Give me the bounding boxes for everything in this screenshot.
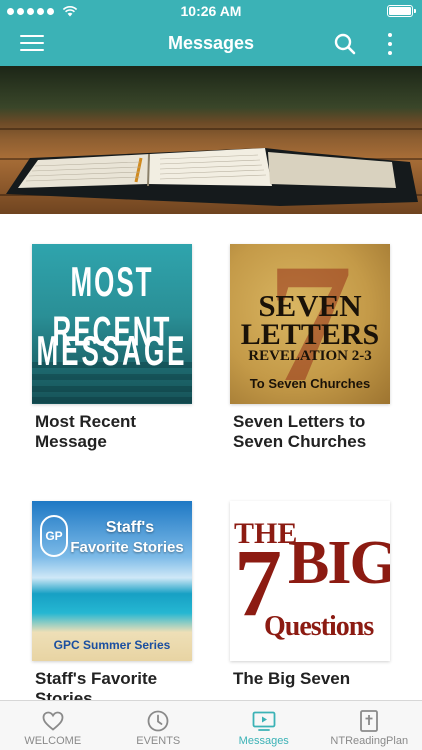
play-screen-icon <box>252 711 276 731</box>
status-time: 10:26 AM <box>180 3 242 19</box>
tab-ntreadingplan[interactable]: NTReadingPlan <box>317 701 422 750</box>
card-title: Most Recent Message <box>35 412 137 451</box>
card-title: The Big Seven <box>233 669 351 688</box>
thumb-line-4: Questions <box>264 611 374 642</box>
big-seven-thumbnail: THE 7 BIG Questions <box>230 501 390 661</box>
tab-label: Messages <box>238 735 289 747</box>
tab-events[interactable]: EVENTS <box>106 701 212 750</box>
seven-letters-thumbnail: 7 SEVEN LETTERS REVELATION 2-3 To Seven … <box>230 244 390 404</box>
thumb-line-3: GPC Summer Series <box>53 638 171 652</box>
card-title: Seven Letters to Seven Churches <box>233 412 367 451</box>
more-vertical-icon[interactable] <box>382 31 398 57</box>
tab-label: NTReadingPlan <box>330 735 409 747</box>
search-icon[interactable] <box>333 32 357 56</box>
thumb-line-4: To Seven Churches <box>249 376 371 391</box>
hero-banner-image <box>0 66 422 214</box>
tab-messages[interactable]: Messages <box>211 701 317 750</box>
thumb-line-1: Staff's <box>105 519 155 536</box>
status-bar: 10:26 AM <box>0 0 422 22</box>
tab-label: WELCOME <box>24 735 82 747</box>
battery-icon <box>387 5 416 17</box>
most-recent-thumbnail: MOST RECENT MESSAGE <box>32 244 192 404</box>
staff-favorite-thumbnail: GP Staff's Favorite Stories GPC Summer S… <box>32 501 192 661</box>
thumb-line-2: LETTERS <box>240 318 380 351</box>
thumb-line-2: Favorite Stories <box>70 539 184 556</box>
heart-icon <box>42 711 64 731</box>
tab-bar: WELCOME EVENTS Messages NTReadingPlan <box>0 700 422 750</box>
thumb-line-3: REVELATION 2-3 <box>248 348 372 364</box>
bible-cross-icon <box>360 710 379 732</box>
nav-bar: Messages <box>0 22 422 66</box>
clock-icon <box>147 710 169 732</box>
thumb-line-3: BIG <box>288 529 390 597</box>
tab-label: EVENTS <box>136 735 181 747</box>
tab-welcome[interactable]: WELCOME <box>0 701 106 750</box>
thumb-line-2: MESSAGE <box>36 326 188 375</box>
open-bible-image <box>6 148 418 206</box>
page-title: Messages <box>167 33 255 53</box>
